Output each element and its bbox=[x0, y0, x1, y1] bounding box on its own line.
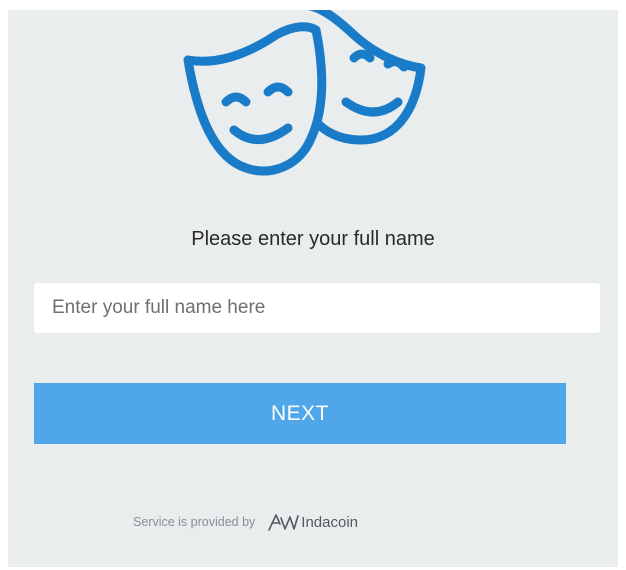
indacoin-brand-link[interactable]: Indacoin bbox=[267, 512, 358, 532]
page-title: Please enter your full name bbox=[191, 228, 435, 250]
full-name-input[interactable] bbox=[34, 283, 600, 333]
theater-masks-icon bbox=[183, 10, 426, 176]
name-entry-panel: Please enter your full name NEXT Service… bbox=[8, 10, 618, 567]
next-button[interactable]: NEXT bbox=[34, 383, 566, 444]
service-footer: Service is provided by Indacoin bbox=[133, 510, 358, 534]
brand-name: Indacoin bbox=[301, 513, 358, 531]
service-provided-text: Service is provided by bbox=[133, 515, 256, 529]
indacoin-logo-icon bbox=[268, 514, 300, 531]
